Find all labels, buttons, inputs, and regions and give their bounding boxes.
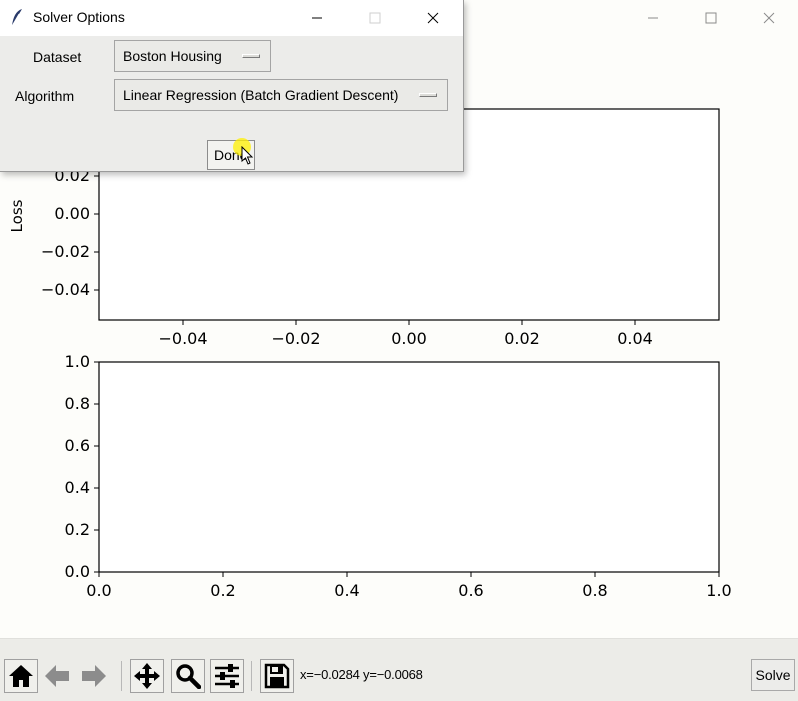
xtick-label: 1.0 (706, 581, 731, 600)
solver-options-dialog: Solver Options Dataset Boston Housing Al… (0, 0, 464, 172)
maximize-button[interactable] (682, 0, 740, 36)
dialog-titlebar[interactable]: Solver Options (0, 0, 463, 36)
maximize-icon (369, 12, 381, 24)
minimize-icon (648, 17, 658, 19)
close-icon (427, 12, 439, 24)
minimize-icon (312, 17, 322, 19)
close-button[interactable] (740, 0, 798, 36)
ytick-label: 1.0 (65, 352, 90, 371)
forward-arrow-icon (82, 665, 106, 687)
ytick-label: 0.0 (65, 562, 90, 581)
dialog-title: Solver Options (33, 9, 125, 25)
save-button[interactable] (260, 659, 294, 693)
bottom-plot-axes (98, 361, 720, 573)
toolbar-separator (121, 661, 122, 691)
pan-button[interactable] (130, 659, 164, 693)
ytick-label: 0.00 (54, 204, 90, 223)
dialog-minimize-button[interactable] (288, 0, 346, 36)
feather-icon (11, 9, 22, 27)
zoom-button[interactable] (171, 659, 205, 693)
pan-icon (134, 663, 160, 689)
dialog-close-button[interactable] (404, 0, 462, 36)
toolbar-separator (251, 661, 252, 691)
dataset-select[interactable]: Boston Housing (114, 40, 271, 72)
forward-button[interactable] (77, 659, 111, 693)
dropdown-indicator-icon (419, 93, 437, 97)
maximize-icon (705, 12, 717, 24)
ytick-label: 0.6 (65, 436, 90, 455)
ytick-label: −0.02 (41, 242, 90, 261)
cursor-coordinates: x=−0.0284 y=−0.0068 (300, 667, 423, 682)
dataset-value: Boston Housing (123, 48, 222, 64)
xtick-label: 0.8 (582, 581, 607, 600)
solve-button[interactable]: Solve (751, 659, 795, 691)
loss-plot-yticks: 0.02 0.00 −0.02 −0.04 (41, 166, 99, 299)
xtick-label: 0.2 (210, 581, 235, 600)
xtick-label: −0.04 (158, 329, 207, 348)
algorithm-select[interactable]: Linear Regression (Batch Gradient Descen… (114, 79, 448, 111)
xtick-label: 0.4 (334, 581, 359, 600)
dropdown-indicator-icon (242, 54, 260, 58)
ytick-label: −0.04 (41, 280, 90, 299)
home-icon (9, 665, 33, 687)
xtick-label: 0.6 (458, 581, 483, 600)
bottom-plot-yticks: 1.0 0.8 0.6 0.4 0.2 0.0 (65, 352, 99, 581)
xtick-label: 0.02 (504, 329, 540, 348)
loss-ylabel: Loss (8, 199, 26, 232)
save-icon (264, 663, 290, 689)
minimize-button[interactable] (624, 0, 682, 36)
zoom-icon (176, 664, 201, 689)
loss-plot-xticks: −0.04 −0.02 0.00 0.02 0.04 (158, 320, 653, 348)
bottom-plot-xticks: 0.0 0.2 0.4 0.6 0.8 1.0 (86, 572, 732, 600)
back-button[interactable] (40, 659, 74, 693)
xtick-label: 0.04 (617, 329, 653, 348)
configure-subplots-icon (215, 664, 239, 688)
xtick-label: −0.02 (271, 329, 320, 348)
algorithm-label: Algorithm (15, 88, 75, 104)
mouse-cursor-icon (241, 146, 254, 165)
ytick-label: 0.4 (65, 478, 90, 497)
home-button[interactable] (4, 659, 38, 693)
back-arrow-icon (45, 665, 69, 687)
close-icon (763, 12, 775, 24)
xtick-label: 0.00 (391, 329, 427, 348)
ytick-label: 0.2 (65, 520, 90, 539)
configure-subplots-button[interactable] (210, 659, 244, 693)
dataset-label: Dataset (33, 49, 82, 65)
dialog-maximize-button[interactable] (346, 0, 404, 36)
ytick-label: 0.8 (65, 394, 90, 413)
xtick-label: 0.0 (86, 581, 111, 600)
algorithm-value: Linear Regression (Batch Gradient Descen… (123, 87, 399, 103)
navigation-toolbar: x=−0.0284 y=−0.0068 Solve (0, 638, 798, 701)
